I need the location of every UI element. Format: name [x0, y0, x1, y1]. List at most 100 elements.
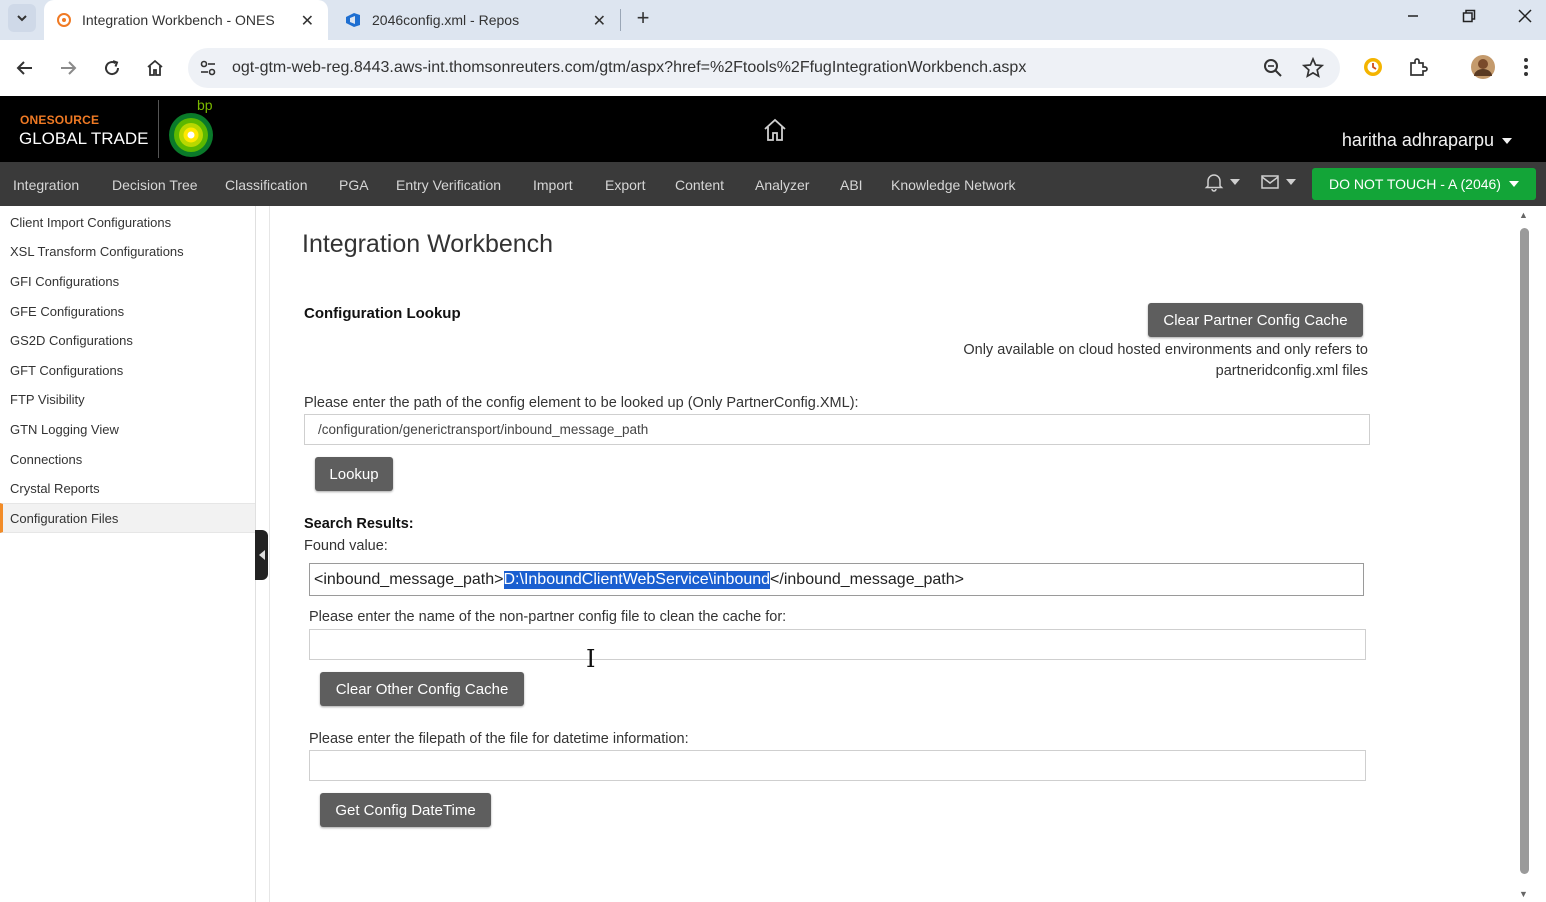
new-tab-button[interactable]: +: [630, 5, 656, 31]
chevron-down-icon: [17, 15, 27, 22]
address-bar[interactable]: ogt-gtm-web-reg.8443.aws-int.thomsonreut…: [188, 48, 1340, 88]
nav-analyzer[interactable]: Analyzer: [755, 177, 809, 193]
sidebar-item-label: GTN Logging View: [10, 421, 119, 437]
nav-entry-verification[interactable]: Entry Verification: [396, 177, 501, 193]
sidebar-item-label: GFE Configurations: [10, 303, 125, 319]
user-menu[interactable]: haritha adhraparpu: [1342, 130, 1512, 151]
nav-abi[interactable]: ABI: [840, 177, 863, 193]
found-value-suffix: </inbound_message_path>: [770, 570, 964, 588]
nav-knowledge-network[interactable]: Knowledge Network: [891, 177, 1016, 193]
nav-pga[interactable]: PGA: [339, 177, 369, 193]
lookup-button[interactable]: Lookup: [315, 457, 393, 491]
sidebar-item-gft[interactable]: GFT Configurations: [0, 355, 255, 385]
sidebar-item-gfe[interactable]: GFE Configurations: [0, 296, 255, 326]
sidebar-item-gtn-logging[interactable]: GTN Logging View: [0, 414, 255, 444]
reload-icon: [105, 60, 120, 76]
sidebar-item-configuration-files[interactable]: Configuration Files: [0, 503, 255, 533]
sidebar-item-crystal-reports[interactable]: Crystal Reports: [0, 473, 255, 503]
search-results-title: Search Results:: [304, 516, 414, 532]
page-title: Integration Workbench: [302, 230, 554, 258]
tab-integration-workbench[interactable]: Integration Workbench - ONES ✕: [44, 0, 328, 40]
reload-button[interactable]: [98, 54, 126, 82]
tab-list-button[interactable]: [8, 4, 36, 32]
browser-menu-button[interactable]: [1516, 56, 1536, 83]
close-tab-icon[interactable]: ✕: [593, 11, 606, 31]
nav-classification[interactable]: Classification: [225, 177, 307, 193]
found-value-selected: D:\InboundClientWebService\inbound: [503, 570, 771, 589]
scroll-up-icon[interactable]: ▲: [1519, 210, 1528, 220]
app-header: ONESOURCE GLOBAL TRADE bp haritha adhrap…: [0, 96, 1546, 162]
home-button[interactable]: [141, 54, 169, 82]
home-icon: [764, 118, 786, 141]
clear-other-config-cache-button[interactable]: Clear Other Config Cache: [320, 672, 524, 706]
home-icon: [147, 59, 163, 76]
cloud-note-line1: Only available on cloud hosted environme…: [963, 342, 1368, 358]
nav-decision-tree[interactable]: Decision Tree: [112, 177, 198, 193]
lookup-path-input[interactable]: /configuration/generictransport/inbound_…: [304, 414, 1370, 445]
bookmark-button[interactable]: [1301, 56, 1325, 84]
extension-button[interactable]: [1362, 56, 1384, 83]
caret-left-icon: [258, 550, 265, 560]
sidebar-item-gfi[interactable]: GFI Configurations: [0, 266, 255, 296]
messages-button[interactable]: [1260, 172, 1296, 192]
get-config-datetime-button[interactable]: Get Config DateTime: [320, 793, 491, 827]
arrow-right-icon: [61, 61, 77, 75]
sidebar-item-label: XSL Transform Configurations: [10, 243, 184, 259]
scrollbar-thumb[interactable]: [1520, 228, 1529, 874]
forward-button[interactable]: [54, 54, 82, 82]
sidebar-item-xsl-transform[interactable]: XSL Transform Configurations: [0, 236, 255, 266]
caret-down-icon: [1502, 137, 1512, 144]
onesource-favicon-icon: [57, 13, 71, 27]
sidebar-item-label: Client Import Configurations: [10, 214, 172, 230]
profile-avatar[interactable]: [1470, 54, 1496, 85]
sidebar-item-label: GS2D Configurations: [10, 332, 133, 348]
environment-selector[interactable]: DO NOT TOUCH - A (2046): [1312, 168, 1536, 200]
scroll-down-icon[interactable]: ▼: [1519, 889, 1528, 899]
back-button[interactable]: [11, 54, 39, 82]
sidebar-item-label: Connections: [10, 451, 83, 467]
bp-helios-logo-icon: [166, 110, 216, 165]
caret-down-icon: [1230, 179, 1240, 185]
found-value-label: Found value:: [304, 538, 388, 554]
nav-export[interactable]: Export: [605, 177, 645, 193]
section-title: Configuration Lookup: [304, 305, 461, 322]
app-home-button[interactable]: [762, 118, 788, 147]
restore-icon: [1462, 9, 1476, 23]
tab-title: Integration Workbench - ONES: [82, 12, 275, 28]
minimize-icon: [1408, 15, 1418, 17]
datetime-filepath-input[interactable]: [309, 750, 1366, 781]
close-tab-icon[interactable]: ✕: [301, 11, 314, 31]
sidebar-item-gs2d[interactable]: GS2D Configurations: [0, 325, 255, 355]
sidebar-item-client-import[interactable]: Client Import Configurations: [0, 207, 255, 237]
more-vert-icon: [1524, 58, 1528, 76]
nav-content[interactable]: Content: [675, 177, 724, 193]
star-icon: [1301, 56, 1325, 78]
clear-partner-config-cache-button[interactable]: Clear Partner Config Cache: [1148, 303, 1363, 337]
notifications-button[interactable]: [1204, 172, 1240, 192]
extensions-button[interactable]: [1407, 56, 1429, 83]
minimize-button[interactable]: [1390, 0, 1436, 32]
zoom-button[interactable]: [1262, 57, 1284, 84]
nav-integration[interactable]: Integration: [13, 177, 79, 193]
sidebar: Client Import Configurations XSL Transfo…: [0, 206, 256, 902]
logo-onesource: ONESOURCE: [20, 113, 100, 127]
nav-import[interactable]: Import: [533, 177, 573, 193]
avatar-icon: [1471, 55, 1495, 79]
arrow-left-icon: [16, 61, 32, 75]
found-value-field[interactable]: <inbound_message_path> D:\InboundClientWe…: [309, 563, 1364, 596]
close-window-button[interactable]: [1502, 0, 1546, 32]
tab-2046config[interactable]: 2046config.xml - Repos ✕: [334, 0, 620, 40]
environment-label: DO NOT TOUCH - A (2046): [1329, 176, 1501, 192]
sidebar-collapse-button[interactable]: [255, 530, 268, 580]
nonpartner-file-input[interactable]: [309, 629, 1366, 660]
sidebar-item-ftp-visibility[interactable]: FTP Visibility: [0, 384, 255, 414]
cloud-note: Only available on cloud hosted environme…: [963, 340, 1368, 382]
site-info-button[interactable]: [198, 58, 218, 83]
url-text[interactable]: ogt-gtm-web-reg.8443.aws-int.thomsonreut…: [232, 59, 1026, 77]
azure-devops-icon: [346, 13, 360, 27]
restore-button[interactable]: [1446, 0, 1492, 32]
datetime-filepath-label: Please enter the filepath of the file fo…: [309, 731, 689, 747]
sidebar-item-connections[interactable]: Connections: [0, 444, 255, 474]
close-icon: [1518, 9, 1532, 23]
sidebar-item-label: Configuration Files: [10, 510, 119, 526]
